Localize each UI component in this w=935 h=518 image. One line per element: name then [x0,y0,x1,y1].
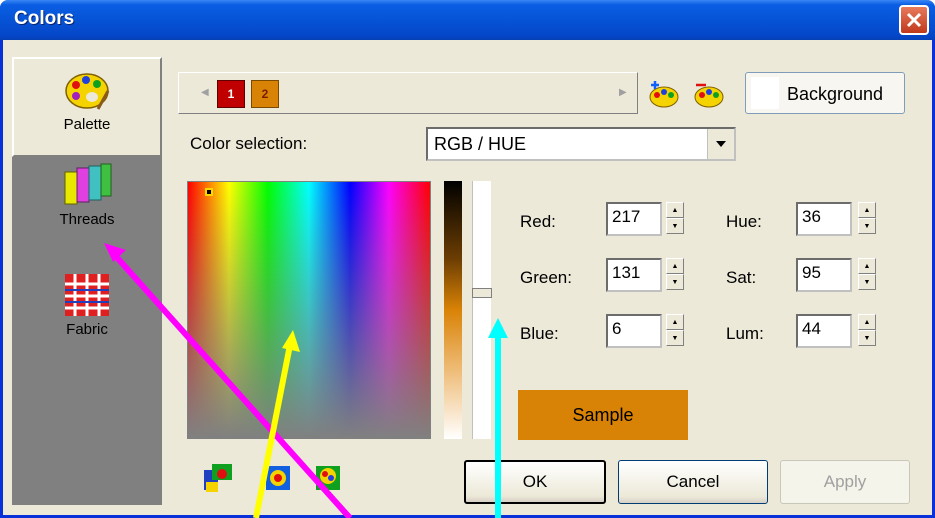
lum-value: 44 [802,319,821,338]
tab-scroll-left-icon[interactable]: ◀ [201,87,209,98]
reset-color-button[interactable] [310,460,346,496]
nav-item-threads[interactable]: Threads [12,162,162,262]
sat-spinner[interactable]: ▲ ▼ [858,258,876,292]
apply-label: Apply [823,472,867,491]
green-input[interactable]: 131 [606,258,662,292]
spin-down-icon[interactable]: ▼ [666,218,684,234]
spin-down-icon[interactable]: ▼ [858,218,876,234]
nav-label-threads: Threads [59,211,115,228]
spin-up-icon[interactable]: ▲ [666,202,684,218]
green-label: Green: [520,268,572,287]
ok-label: OK [522,472,548,491]
color-spectrum[interactable] [187,181,431,439]
cancel-button[interactable]: Cancel [618,460,768,504]
color-selection-value: RGB / HUE [434,134,527,154]
nav-label-palette: Palette [63,116,111,133]
background-swatch [751,77,779,109]
palette-tab-1-label: 1 [227,87,235,101]
blue-spinner[interactable]: ▲ ▼ [666,314,684,348]
sat-input[interactable]: 95 [796,258,852,292]
blue-input[interactable]: 6 [606,314,662,348]
spin-down-icon[interactable]: ▼ [858,274,876,290]
sat-label: Sat: [726,268,757,287]
chevron-down-icon [716,141,726,147]
spin-up-icon[interactable]: ▲ [666,314,684,330]
hue-value: 36 [802,207,821,226]
title-bar: Colors [0,0,935,40]
threads-icon [64,163,112,205]
add-palette-button[interactable] [645,76,683,112]
spin-up-icon[interactable]: ▲ [858,202,876,218]
background-label: Background [787,84,884,104]
lum-label: Lum: [726,324,764,343]
spin-up-icon[interactable]: ▲ [666,258,684,274]
luminance-slider-thumb[interactable] [472,288,492,298]
dropdown-arrow[interactable] [707,129,734,159]
category-panel: Palette Threads Fabric [12,57,162,505]
palette-tab-strip: ◀ 1 2 ▶ [178,72,638,114]
hue-input[interactable]: 36 [796,202,852,236]
background-button[interactable]: Background [745,72,905,114]
sample-swatch: Sample [518,390,688,440]
green-value: 131 [612,263,641,282]
spin-down-icon[interactable]: ▼ [666,274,684,290]
palette-tab-1[interactable]: 1 [217,80,245,108]
spin-up-icon[interactable]: ▲ [858,258,876,274]
palette-icon [65,73,110,110]
fabric-icon [65,274,109,316]
red-value: 217 [612,207,641,226]
hue-spinner[interactable]: ▲ ▼ [858,202,876,236]
palette-reset-icon [316,466,340,490]
tab-scroll-right-icon[interactable]: ▶ [619,87,627,98]
sample-label: Sample [572,404,634,425]
remove-palette-button[interactable] [690,76,728,112]
blue-label: Blue: [520,324,559,343]
blue-value: 6 [612,319,622,338]
ok-button[interactable]: OK [464,460,606,504]
spin-down-icon[interactable]: ▼ [858,330,876,346]
hue-label: Hue: [726,212,762,231]
spin-down-icon[interactable]: ▼ [666,330,684,346]
remove-palette-icon [694,83,724,108]
color-selection-label: Color selection: [190,134,308,153]
spin-up-icon[interactable]: ▲ [858,314,876,330]
window-title: Colors [14,8,75,29]
palette-tab-2[interactable]: 2 [251,80,279,108]
red-input[interactable]: 217 [606,202,662,236]
palette-tab-2-label: 2 [261,87,269,101]
close-icon [906,12,922,28]
nav-item-palette[interactable]: Palette [12,57,162,157]
green-spinner[interactable]: ▲ ▼ [666,258,684,292]
paste-color-button[interactable] [260,460,296,496]
nav-label-fabric: Fabric [66,321,108,338]
nav-item-fabric[interactable]: Fabric [12,272,162,372]
apply-button[interactable]: Apply [780,460,910,504]
luminance-bar[interactable] [444,181,462,439]
luminance-track[interactable] [472,181,491,439]
red-label: Red: [520,212,556,231]
palette-copy-icon [204,464,232,492]
add-palette-icon [649,81,679,108]
cancel-label: Cancel [666,472,720,491]
red-spinner[interactable]: ▲ ▼ [666,202,684,236]
close-button[interactable] [899,5,929,35]
lum-spinner[interactable]: ▲ ▼ [858,314,876,348]
color-selection-dropdown[interactable]: RGB / HUE [426,127,736,161]
palette-paste-icon [266,466,290,490]
spectrum-cursor[interactable] [205,188,213,196]
sat-value: 95 [802,263,821,282]
lum-input[interactable]: 44 [796,314,852,348]
copy-color-button[interactable] [200,460,236,496]
